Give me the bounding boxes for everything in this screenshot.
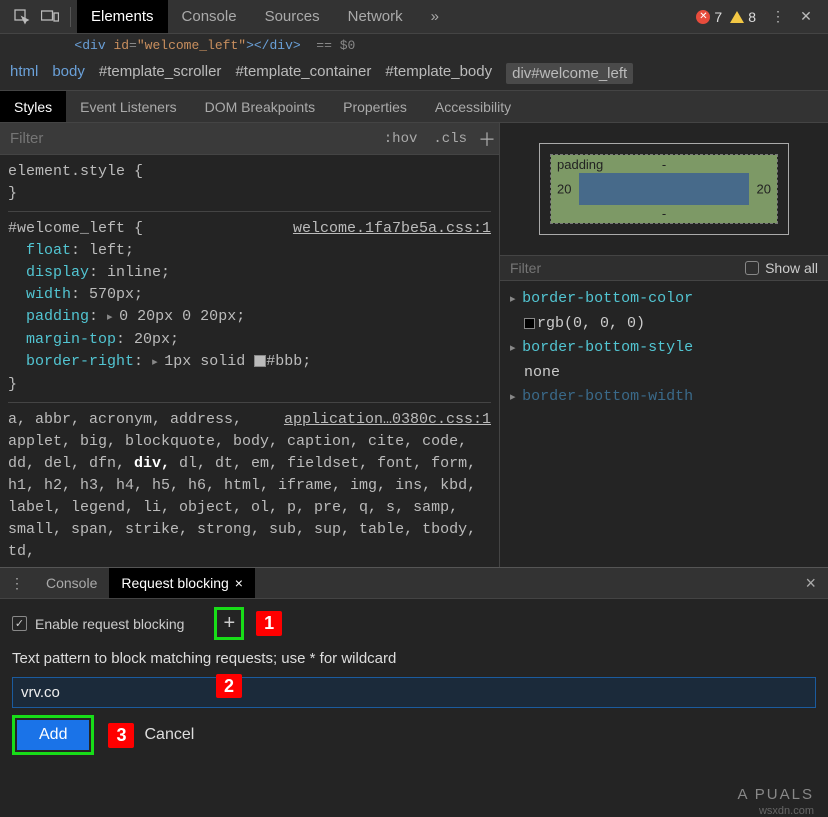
inspect-icon[interactable] [8, 3, 36, 31]
prop-border-right[interactable]: border-right [26, 353, 134, 370]
add-button[interactable]: Add [17, 720, 89, 750]
rule3-source-link[interactable]: application…0380c.css:1 [284, 409, 491, 431]
tab-sources[interactable]: Sources [251, 0, 334, 33]
enable-blocking-label[interactable]: Enable request blocking [35, 616, 184, 632]
computed-filterbar: Show all [500, 255, 828, 281]
tab-elements[interactable]: Elements [77, 0, 168, 33]
add-pattern-button[interactable]: + [214, 607, 244, 640]
welcome-left-selector[interactable]: #welcome_left { [8, 220, 143, 237]
elements-subtabs: Styles Event Listeners DOM Breakpoints P… [0, 91, 828, 123]
styles-panel: :hov .cls ＋ element.style { } welcome.1f… [0, 123, 500, 567]
drawer-tab-label: Request blocking [121, 575, 228, 591]
settings-icon[interactable]: ⋮ [764, 3, 792, 31]
drawer-menu-icon[interactable]: ⋮ [0, 575, 34, 592]
styles-filterbar: :hov .cls ＋ [0, 123, 499, 155]
brace-close: } [8, 183, 491, 205]
computed-prop[interactable]: border-bottom-style [522, 339, 693, 356]
padding-label: padding [557, 157, 603, 172]
watermark: A PUALS [737, 786, 814, 803]
prop-display[interactable]: display [26, 264, 89, 281]
brace-close: } [8, 374, 491, 396]
crumb-welcome-left[interactable]: div#welcome_left [506, 63, 633, 84]
computed-val: none [524, 361, 818, 385]
drawer-tab-request-blocking[interactable]: Request blocking × [109, 568, 255, 598]
val-padding[interactable]: 0 20px 0 20px; [119, 308, 245, 325]
prop-float[interactable]: float [26, 242, 71, 259]
crumb-templatebody[interactable]: #template_body [385, 63, 492, 84]
subtab-dom-breakpoints[interactable]: DOM Breakpoints [191, 91, 329, 122]
hov-toggle[interactable]: :hov [376, 127, 426, 151]
val-display[interactable]: inline; [107, 264, 170, 281]
tab-console[interactable]: Console [168, 0, 251, 33]
breadcrumb: html body #template_scroller #template_c… [0, 57, 828, 91]
prop-width[interactable]: width [26, 286, 71, 303]
cancel-button[interactable]: Cancel [144, 726, 194, 744]
rule-source-link[interactable]: welcome.1fa7be5a.css:1 [293, 218, 491, 240]
content-box[interactable] [579, 173, 749, 205]
annotation-3: 3 [108, 723, 134, 748]
divider [70, 7, 71, 27]
tab-network[interactable]: Network [334, 0, 417, 33]
rule3-selector[interactable]: a, abbr, acronym, address, applet, big, … [8, 411, 476, 560]
computed-val: rgb(0, 0, 0) [524, 312, 818, 336]
drawer-close-icon[interactable]: × [793, 573, 828, 594]
crumb-html[interactable]: html [10, 63, 38, 84]
pattern-instruction: Text pattern to block matching requests;… [12, 650, 816, 667]
box-model[interactable]: padding - 20 20 - [500, 123, 828, 255]
show-all-checkbox[interactable] [745, 261, 759, 275]
drawer-tab-console[interactable]: Console [34, 568, 109, 598]
computed-prop[interactable]: border-bottom-color [522, 290, 693, 307]
request-blocking-panel: ✓ Enable request blocking + 1 Text patte… [0, 599, 828, 763]
plus-icon: + [223, 612, 235, 635]
computed-list[interactable]: border-bottom-color rgb(0, 0, 0) border-… [500, 281, 828, 416]
pattern-input[interactable] [12, 677, 816, 708]
error-count[interactable]: 7 [714, 9, 722, 25]
subtab-accessibility[interactable]: Accessibility [421, 91, 525, 122]
crumb-body[interactable]: body [52, 63, 85, 84]
computed-filter-input[interactable] [510, 260, 745, 276]
computed-prop-cut[interactable]: border-bottom-width [522, 388, 693, 405]
tab-overflow[interactable]: » [417, 0, 453, 33]
subtab-styles[interactable]: Styles [0, 91, 66, 122]
cls-toggle[interactable]: .cls [425, 127, 475, 151]
padding-top[interactable]: - [662, 157, 666, 172]
padding-left[interactable]: 20 [557, 182, 571, 197]
new-rule-icon[interactable]: ＋ [475, 126, 499, 152]
val-float[interactable]: left; [89, 242, 134, 259]
warning-icon[interactable] [730, 11, 744, 23]
element-style-selector[interactable]: element.style { [8, 161, 491, 183]
computed-panel: padding - 20 20 - Show all border-bottom… [500, 123, 828, 567]
main-split: :hov .cls ＋ element.style { } welcome.1f… [0, 123, 828, 567]
device-icon[interactable] [36, 3, 64, 31]
annotation-1: 1 [256, 611, 282, 636]
close-tab-icon[interactable]: × [235, 575, 243, 591]
warning-count[interactable]: 8 [748, 9, 756, 25]
watermark-sub: wsxdn.com [759, 805, 814, 817]
prop-margin-top[interactable]: margin-top [26, 331, 116, 348]
close-devtools-icon[interactable]: ✕ [792, 3, 820, 31]
padding-bottom[interactable]: - [662, 206, 666, 221]
drawer-tabs: ⋮ Console Request blocking × × [0, 567, 828, 599]
crumb-scroller[interactable]: #template_scroller [99, 63, 222, 84]
styles-rules[interactable]: element.style { } welcome.1fa7be5a.css:1… [0, 155, 499, 567]
enable-blocking-checkbox[interactable]: ✓ [12, 616, 27, 631]
styles-filter-input[interactable] [0, 130, 376, 147]
show-all-label[interactable]: Show all [765, 260, 818, 276]
val-width[interactable]: 570px; [89, 286, 143, 303]
annotation-2: 2 [216, 674, 242, 698]
padding-right[interactable]: 20 [757, 182, 771, 197]
prop-padding[interactable]: padding [26, 308, 89, 325]
val-margin-top[interactable]: 20px; [134, 331, 179, 348]
error-icon[interactable]: ✕ [696, 10, 710, 24]
crumb-container[interactable]: #template_container [235, 63, 371, 84]
devtools-toolbar: Elements Console Sources Network » ✕ 7 8… [0, 0, 828, 34]
panel-tabs: Elements Console Sources Network » [77, 0, 453, 33]
subtab-event-listeners[interactable]: Event Listeners [66, 91, 191, 122]
dom-selected-snippet: <div id="welcome_left"></div> == $0 [0, 34, 828, 57]
subtab-properties[interactable]: Properties [329, 91, 421, 122]
val-border-right[interactable]: 1px solid #bbb; [164, 353, 311, 370]
